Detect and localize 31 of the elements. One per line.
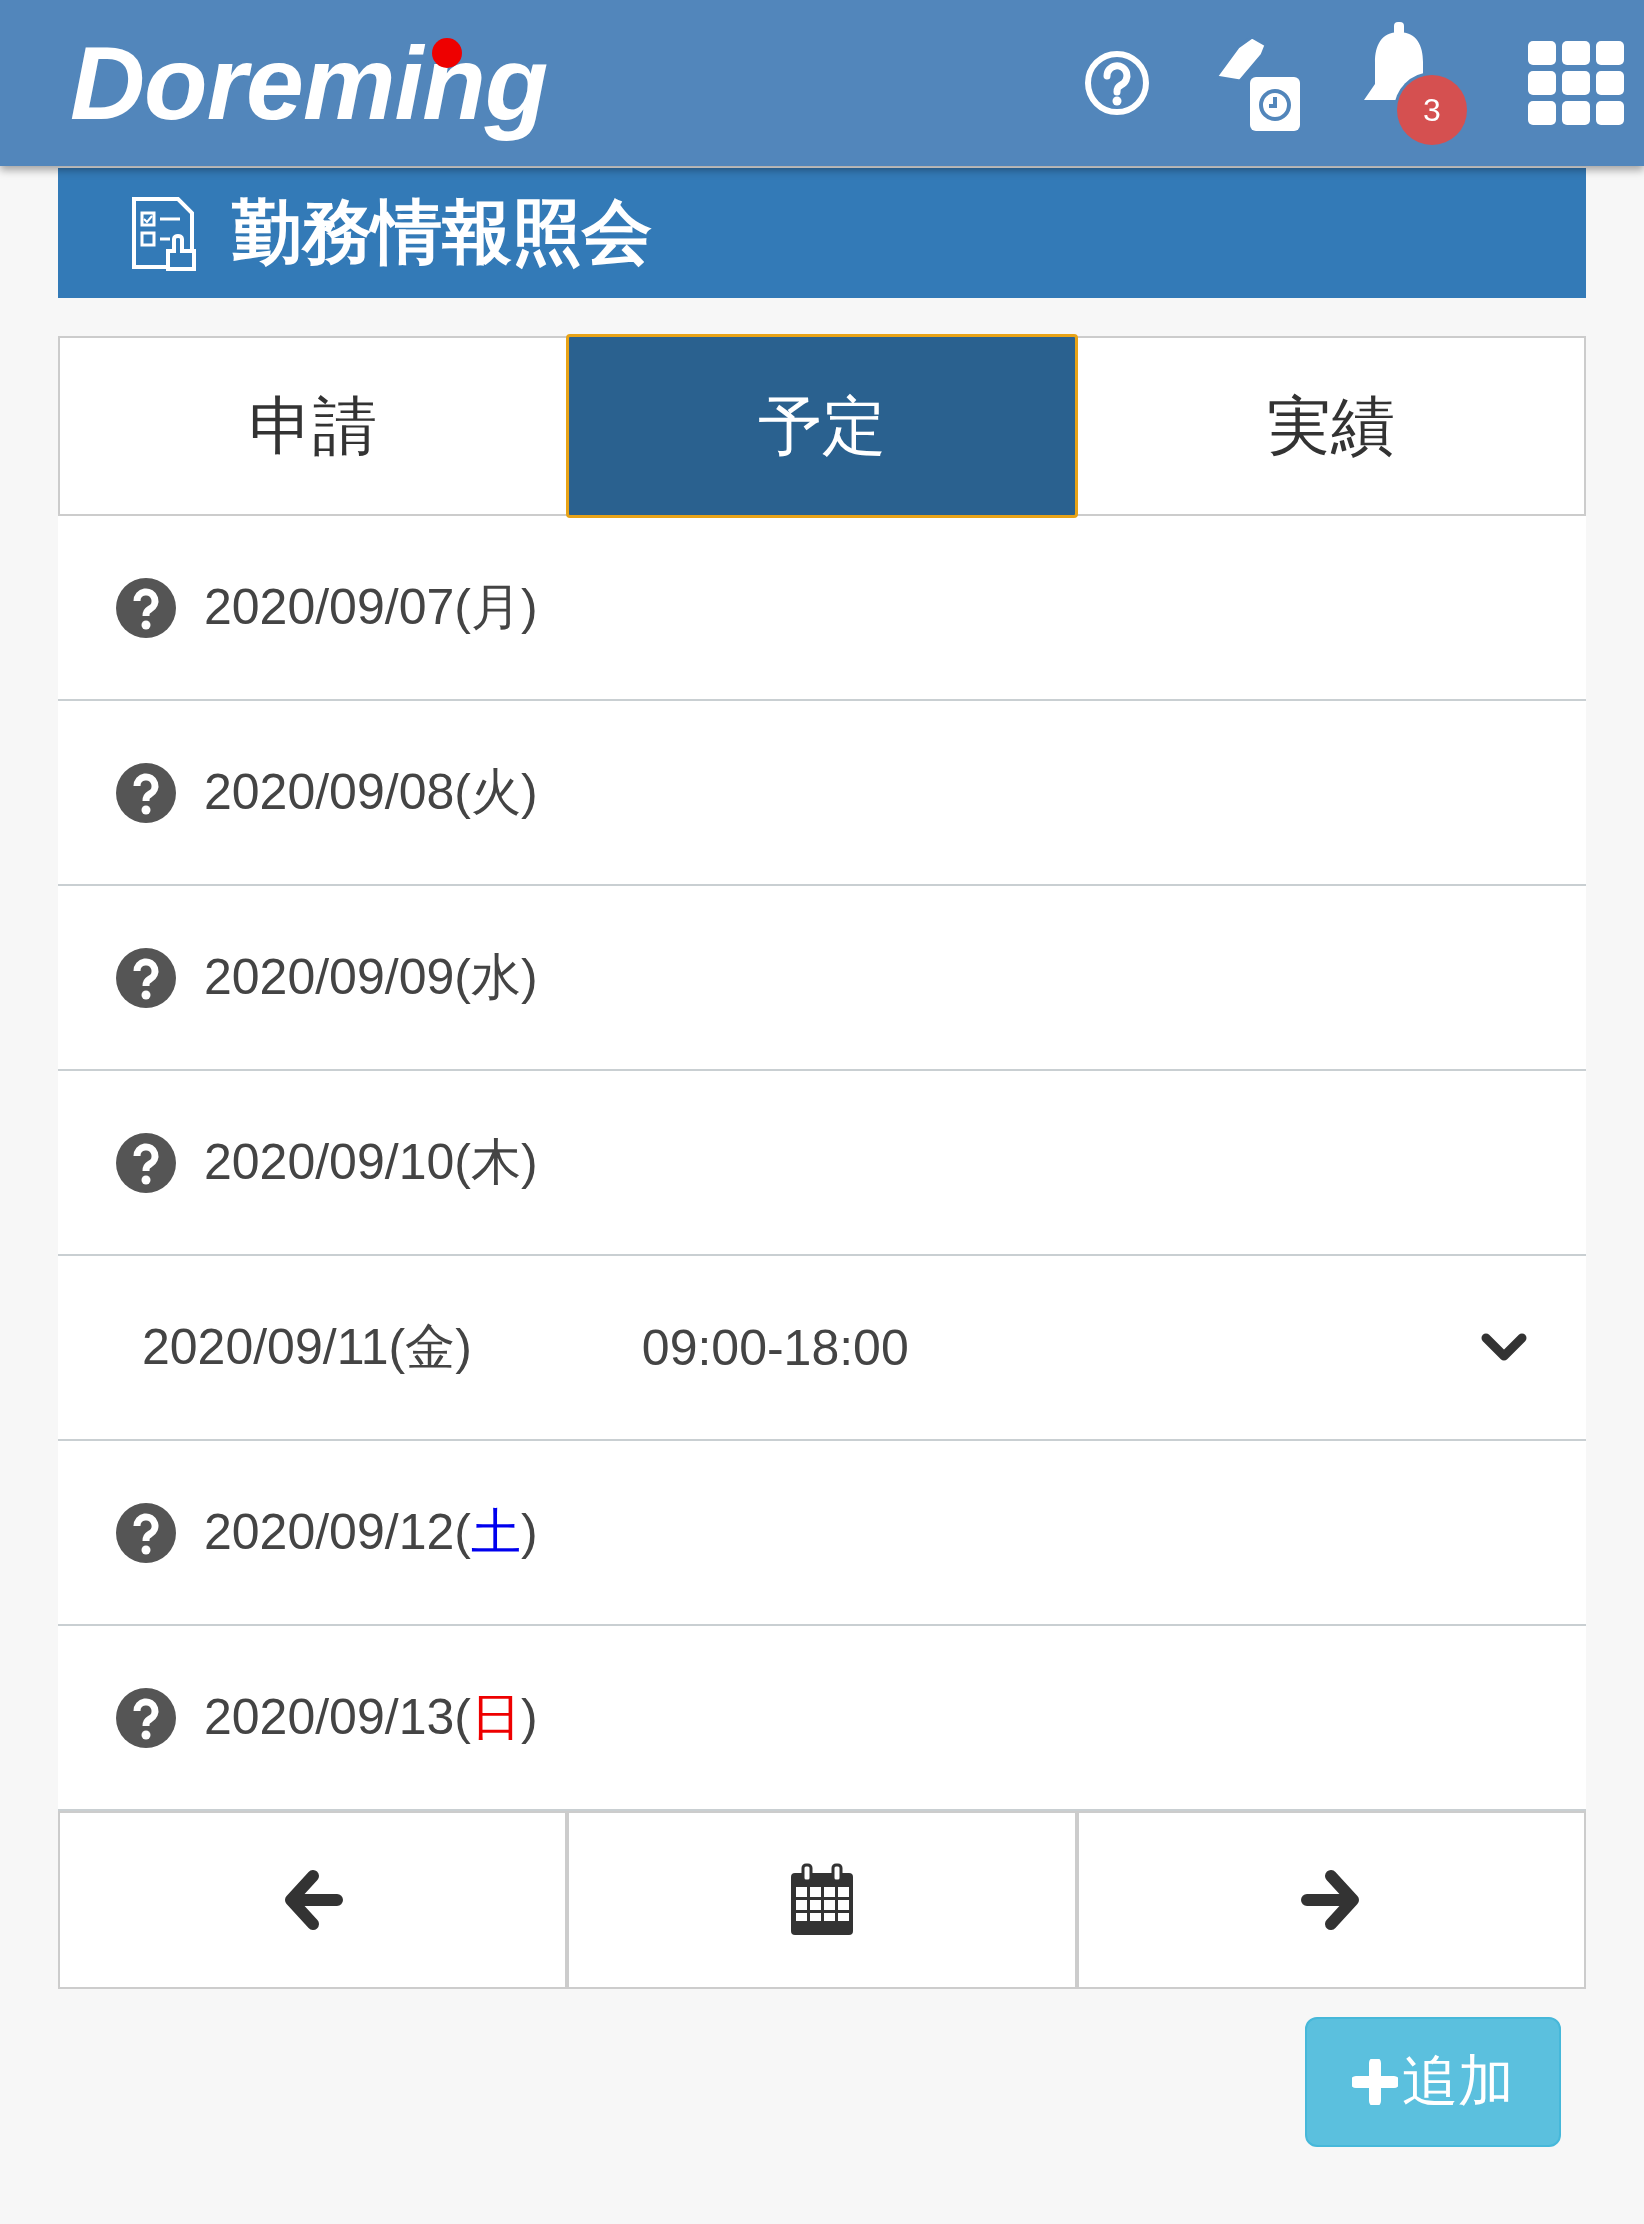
page-title: 勤務情報照会 <box>232 192 652 273</box>
date-text: 2020/09/09(水) <box>204 948 538 1007</box>
day-row[interactable]: 2020/09/10(木) <box>58 1071 1586 1256</box>
date-text: 2020/09/10(木) <box>204 1133 538 1192</box>
day-row[interactable]: 2020/09/11(金) 09:00-18:00 <box>58 1256 1586 1441</box>
right-arrow-icon <box>1301 1870 1362 1930</box>
help-icon[interactable] <box>1084 50 1150 116</box>
apps-grid-icon[interactable] <box>1528 41 1624 125</box>
question-icon <box>116 1502 176 1563</box>
date-text: 2020/09/13(日) <box>204 1688 538 1747</box>
logo: Doreming <box>70 23 548 143</box>
notification-badge: 3 <box>1397 75 1467 145</box>
left-arrow-icon <box>282 1870 343 1930</box>
date-text: 2020/09/07(月) <box>204 578 538 637</box>
question-icon <box>116 1687 176 1748</box>
question-icon <box>116 947 176 1008</box>
date-text: 2020/09/11(金) <box>142 1318 472 1377</box>
date-text: 2020/09/08(火) <box>204 763 538 822</box>
day-row[interactable]: 2020/09/07(月) <box>58 516 1586 701</box>
day-row[interactable]: 2020/09/12(土) <box>58 1441 1586 1626</box>
time-range: 09:00-18:00 <box>641 1318 909 1377</box>
question-icon <box>116 1132 176 1193</box>
day-row[interactable]: 2020/09/08(火) <box>58 701 1586 886</box>
day-row[interactable]: 2020/09/09(水) <box>58 886 1586 1071</box>
plus-icon <box>1352 2059 1398 2105</box>
tab[interactable]: 予定 <box>566 334 1078 518</box>
calendar-icon <box>789 1863 855 1937</box>
date-text: 2020/09/12(土) <box>204 1503 538 1562</box>
day-row[interactable]: 2020/09/13(日) <box>58 1626 1586 1811</box>
question-icon <box>116 577 176 638</box>
question-icon <box>116 762 176 823</box>
